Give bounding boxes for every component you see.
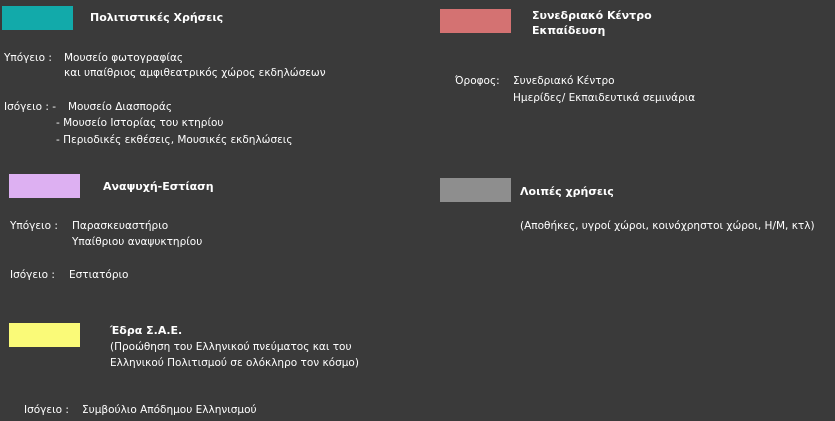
other-uses-title: Λοιπές χρήσεις [520,185,614,198]
conference-title-line2: Εκπαίδευση [532,24,606,37]
cultural-basement-line2: και υπαίθριος αμφιθεατρικός χώρος εκδηλώ… [64,67,326,79]
leisure-ground-label: Ισόγειο : [10,269,55,281]
leisure-ground-line1: Εστιατόριο [69,269,129,281]
conference-swatch [440,9,511,33]
cultural-basement-label: Υπόγειο : [4,52,52,64]
conference-floor-line1: Συνεδριακό Κέντρο [513,75,615,87]
cultural-uses-swatch [2,6,73,30]
conference-floor-label: Όροφος: [455,75,500,87]
cultural-ground-item2: - Μουσείο Ιστορίας του κτηρίου [56,117,224,129]
sae-description-line2: Ελληνικού Πολιτισμού σε ολόκληρο τον κόσ… [110,357,359,369]
cultural-ground-item3: - Περιοδικές εκθέσεις, Μουσικές εκδηλώσε… [56,134,293,146]
sae-description-line1: (Προώθηση του Ελληνικού πνεύματος και το… [110,341,352,353]
leisure-swatch [9,174,80,198]
conference-title-line1: Συνεδριακό Κέντρο [532,9,652,22]
leisure-basement-line2: Υπαίθριου αναψυκτηρίου [72,236,203,248]
cultural-uses-title: Πολιτιστικές Χρήσεις [90,11,224,24]
leisure-basement-label: Υπόγειο : [10,220,58,232]
sae-title: Έδρα Σ.Α.Ε. [110,324,183,337]
sae-ground-label: Ισόγειο : [24,404,69,416]
leisure-title: Αναψυχή-Εστίαση [103,180,214,193]
cultural-basement-line1: Μουσείο φωτογραφίας [64,52,184,64]
cultural-ground-item1: Μουσείο Διασποράς [68,101,173,113]
sae-ground-line1: Συμβούλιο Απόδημου Ελληνισμού [82,404,257,416]
leisure-basement-line1: Παρασκευαστήριο [72,220,169,232]
other-uses-description: (Αποθήκες, υγροί χώροι, κοινόχρηστοι χώρ… [520,220,815,232]
other-uses-swatch [440,178,511,202]
conference-floor-line2: Ημερίδες/ Εκπαιδευτικά σεμινάρια [513,92,696,104]
cultural-ground-label: Ισόγειο : - [4,101,57,113]
sae-swatch [9,323,80,347]
